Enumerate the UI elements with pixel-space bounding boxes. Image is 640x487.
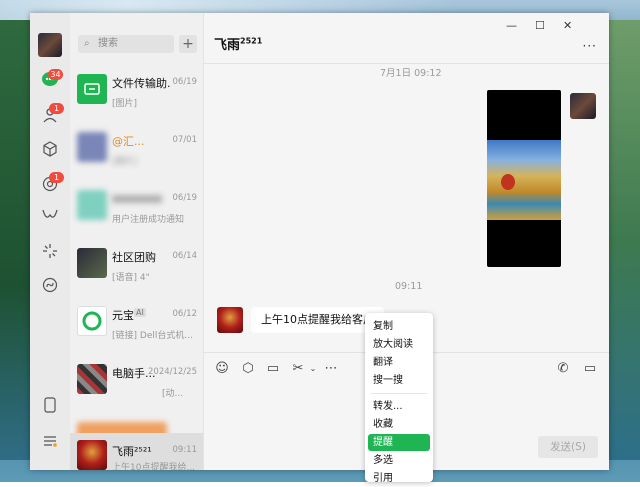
contacts-badge: 1 [49, 103, 64, 114]
chat-title: 飞雨2521 [214, 36, 263, 53]
favorites-tool-icon[interactable]: ⬡ [240, 361, 256, 377]
timestamp: 7月1日 09:12 [380, 68, 442, 79]
wechat-window: 34 1 1 ⌕ 搜索 + 文件传输助. 06/19 [图片] @汇... 07… [30, 13, 609, 470]
folder-icon[interactable]: ▭ [265, 361, 281, 377]
image-tree [501, 174, 515, 190]
nav-rail: 34 1 1 [30, 13, 70, 470]
chat-item-3[interactable]: 06/19 用户注册成功通知 [70, 177, 203, 235]
file-transfer-avatar [77, 74, 107, 104]
emoji-icon[interactable]: ☺ [214, 361, 230, 377]
landscape-image [487, 140, 561, 220]
image-message[interactable] [487, 90, 561, 267]
menu-item-search[interactable]: 搜一搜 [368, 372, 430, 389]
close-button[interactable]: ✕ [563, 19, 572, 32]
search-input[interactable]: ⌕ 搜索 [78, 35, 174, 53]
chat-item-community[interactable]: 社区团购 06/14 [语音] 4" [70, 235, 203, 293]
peer-avatar[interactable] [217, 307, 243, 333]
maximize-button[interactable]: ☐ [535, 19, 545, 32]
header-divider [204, 63, 609, 64]
menu-icon[interactable] [40, 431, 60, 451]
context-menu: 复制 放大阅读 翻译 搜一搜 转发... 收藏 提醒 多选 引用 [365, 313, 433, 484]
menu-item-copy[interactable]: 复制 [368, 318, 430, 335]
menu-item-zoom-read[interactable]: 放大阅读 [368, 336, 430, 353]
chat-item-feiyu[interactable]: 飞雨²⁵²¹ 09:11 上午10点提醒我给... [70, 433, 203, 470]
favorites-icon[interactable] [40, 139, 60, 159]
voice-call-icon[interactable]: ✆ [555, 361, 571, 377]
chat-avatar [77, 248, 107, 278]
more-options-button[interactable]: ··· [583, 39, 597, 53]
add-button[interactable]: + [179, 35, 197, 53]
channels-icon[interactable] [40, 205, 60, 225]
chat-item-2[interactable]: @汇... 07/01 [图片] [70, 119, 203, 177]
minimize-button[interactable]: — [506, 19, 517, 32]
phone-icon[interactable] [40, 395, 60, 415]
chat-item-file-transfer[interactable]: 文件传输助... 06/19 [图片] [70, 61, 203, 119]
search-icon: ⌕ [84, 38, 90, 49]
send-button[interactable]: 发送(S) [538, 436, 598, 458]
timestamp: 09:11 [395, 281, 423, 292]
discover-icon[interactable] [40, 241, 60, 261]
screenshot-icon[interactable]: ✂ [290, 361, 306, 377]
chat-avatar [77, 190, 107, 220]
menu-item-translate[interactable]: 翻译 [368, 354, 430, 371]
chat-avatar [77, 364, 107, 394]
menu-item-remind[interactable]: 提醒 [368, 434, 430, 451]
chat-list: ⌕ 搜索 + 文件传输助... 06/19 [图片] @汇... 07/01 [… [70, 13, 204, 470]
menu-item-forward[interactable]: 转发... [368, 398, 430, 415]
chat-history-icon[interactable]: ⋯ [323, 361, 339, 377]
chat-badge: 34 [48, 69, 63, 80]
chat-avatar [77, 440, 107, 470]
mini-programs-icon[interactable] [40, 275, 60, 295]
ai-tag: AI [134, 308, 146, 317]
chat-item-yuanbao[interactable]: 元宝 AI 06/12 [链接] Dell台式机... [70, 293, 203, 351]
menu-item-multiselect[interactable]: 多选 [368, 452, 430, 469]
user-avatar[interactable] [38, 33, 62, 57]
yuanbao-avatar [77, 306, 107, 336]
moments-badge: 1 [49, 172, 64, 183]
menu-item-favorite[interactable]: 收藏 [368, 416, 430, 433]
video-call-icon[interactable]: ▭ [582, 361, 598, 377]
menu-divider [371, 393, 427, 394]
wallpaper-right [608, 20, 640, 460]
my-avatar[interactable] [570, 93, 596, 119]
chevron-down-icon[interactable]: ⌄ [305, 361, 321, 377]
chat-item-computer[interactable]: 电脑手... 2024/12/25 [动... [70, 351, 203, 409]
chat-avatar [77, 132, 107, 162]
menu-item-quote[interactable]: 引用 [368, 470, 430, 487]
